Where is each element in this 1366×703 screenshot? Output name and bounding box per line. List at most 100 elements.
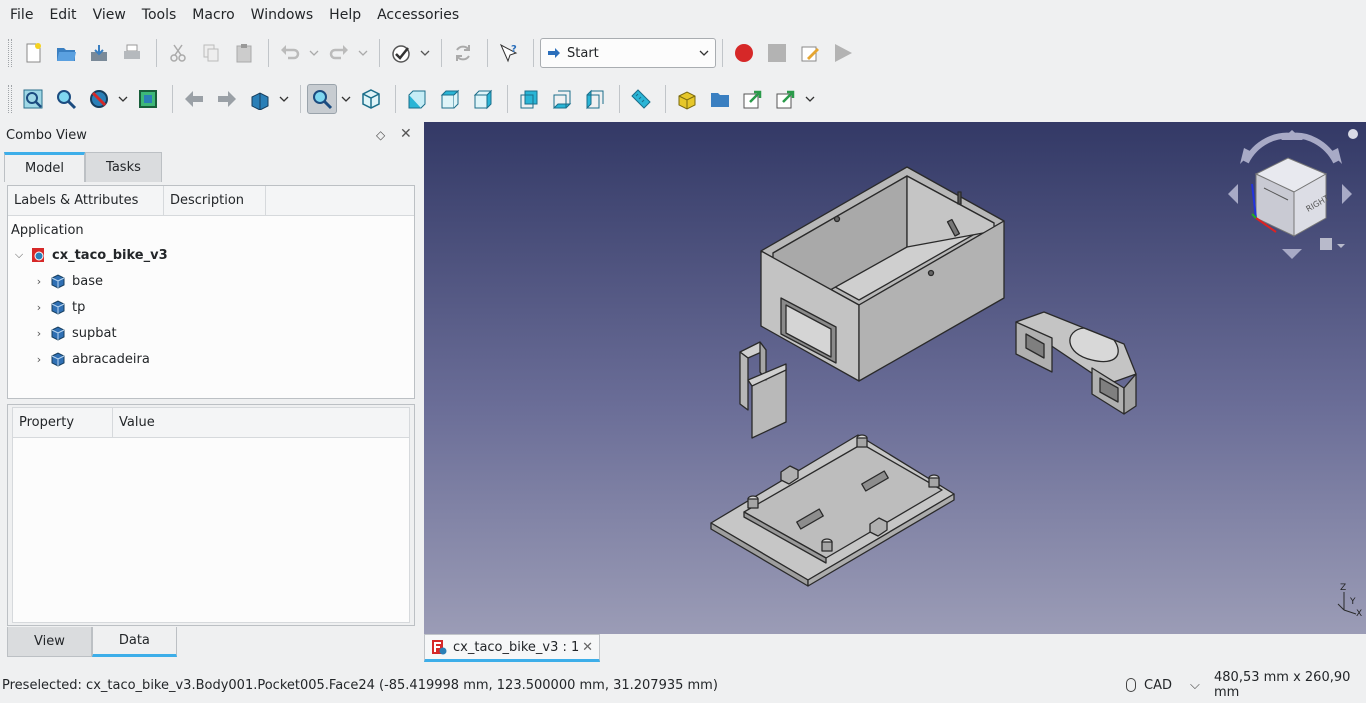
undo-icon xyxy=(281,45,300,60)
view-right-button[interactable] xyxy=(468,84,498,114)
close-panel-icon[interactable]: ✕ xyxy=(400,126,412,142)
fit-selection-button[interactable] xyxy=(51,84,81,114)
print-button[interactable] xyxy=(117,38,147,68)
forward-button[interactable] xyxy=(212,84,242,114)
link-dropdown[interactable] xyxy=(804,84,816,114)
bounding-box-button[interactable] xyxy=(133,84,163,114)
tree-body-tp[interactable]: › tp xyxy=(32,295,85,319)
chevron-down-icon[interactable]: ⌵ xyxy=(12,248,26,262)
document-tab[interactable]: cx_taco_bike_v3 : 1 ✕ xyxy=(424,634,600,662)
model-tree: Labels & Attributes Description Applicat… xyxy=(7,185,415,399)
property-tabs: View Data xyxy=(7,627,177,657)
tab-view[interactable]: View xyxy=(7,627,92,657)
cut-button[interactable] xyxy=(163,38,193,68)
refresh-button[interactable] xyxy=(448,38,478,68)
document-tab-label: cx_taco_bike_v3 : 1 xyxy=(453,639,580,655)
stop-macro-button[interactable] xyxy=(762,38,792,68)
3d-scene[interactable]: RIGHT Z Y X xyxy=(424,122,1366,634)
cube-rear-icon xyxy=(520,90,538,109)
toolbar-grip[interactable] xyxy=(8,39,12,67)
close-tab-icon[interactable]: ✕ xyxy=(582,640,593,655)
view-bottom-button[interactable] xyxy=(547,84,577,114)
menu-file[interactable]: File xyxy=(2,0,41,30)
tree-document[interactable]: ⌵ cx_taco_bike_v3 xyxy=(12,243,168,267)
navigation-cube[interactable]: RIGHT xyxy=(1228,129,1358,259)
record-macro-button[interactable] xyxy=(729,38,759,68)
copy-button[interactable] xyxy=(196,38,226,68)
column-labels[interactable]: Labels & Attributes xyxy=(8,186,164,215)
tab-data[interactable]: Data xyxy=(91,627,177,657)
paste-button[interactable] xyxy=(229,38,259,68)
chevron-down-icon xyxy=(341,96,351,102)
float-panel-icon[interactable]: ◇ xyxy=(376,128,385,142)
column-value[interactable]: Value xyxy=(113,408,233,437)
link-actions-button[interactable] xyxy=(771,84,801,114)
column-description[interactable]: Description xyxy=(164,186,266,215)
back-button[interactable] xyxy=(179,84,209,114)
axis-z-label: Z xyxy=(1340,583,1346,593)
view-front-button[interactable] xyxy=(402,84,432,114)
run-macro-button[interactable] xyxy=(828,38,858,68)
undo-button[interactable] xyxy=(275,38,305,68)
redo-button[interactable] xyxy=(324,38,354,68)
menu-accessories[interactable]: Accessories xyxy=(369,0,467,30)
tree-body-abracadeira[interactable]: › abracadeira xyxy=(32,347,150,371)
workbench-check-button[interactable] xyxy=(386,38,416,68)
menu-view[interactable]: View xyxy=(85,0,134,30)
freecad-document-icon xyxy=(432,640,447,655)
chevron-right-icon[interactable]: › xyxy=(32,301,46,314)
part-box[interactable] xyxy=(760,166,1005,382)
draw-style-dropdown[interactable] xyxy=(117,84,129,114)
menu-windows[interactable]: Windows xyxy=(243,0,322,30)
tab-model[interactable]: Model xyxy=(4,152,86,182)
body-label: base xyxy=(72,273,103,289)
view-isometric-button[interactable] xyxy=(356,84,386,114)
redo-dropdown[interactable] xyxy=(357,38,369,68)
create-part-button[interactable] xyxy=(672,84,702,114)
whats-this-button[interactable]: ? xyxy=(494,38,524,68)
view-left-button[interactable] xyxy=(580,84,610,114)
chevron-down-icon xyxy=(699,50,709,56)
separator xyxy=(300,85,301,113)
create-group-button[interactable] xyxy=(705,84,735,114)
draw-style-button[interactable] xyxy=(84,84,114,114)
chevron-right-icon[interactable]: › xyxy=(32,275,46,288)
part-clamp[interactable] xyxy=(1015,311,1137,415)
open-button[interactable] xyxy=(51,38,81,68)
navigation-style[interactable]: CAD xyxy=(1126,678,1172,693)
new-document-button[interactable] xyxy=(18,38,48,68)
chevron-right-icon[interactable]: › xyxy=(32,327,46,340)
chevron-down-icon[interactable]: ⌵ xyxy=(1190,678,1200,693)
edit-macro-button[interactable] xyxy=(795,38,825,68)
menu-tools[interactable]: Tools xyxy=(134,0,185,30)
workbench-selector[interactable]: Start xyxy=(540,38,716,68)
make-link-button[interactable] xyxy=(738,84,768,114)
chevron-right-icon[interactable]: › xyxy=(32,353,46,366)
toolbar-grip[interactable] xyxy=(8,85,12,113)
tree-body-supbat[interactable]: › supbat xyxy=(32,321,117,345)
part-base-plate[interactable] xyxy=(710,434,955,587)
view-top-button[interactable] xyxy=(435,84,465,114)
3d-viewport[interactable]: RIGHT Z Y X xyxy=(424,122,1366,634)
tab-tasks[interactable]: Tasks xyxy=(85,152,162,182)
undo-dropdown[interactable] xyxy=(308,38,320,68)
view-rear-button[interactable] xyxy=(514,84,544,114)
zoom-mode-button[interactable] xyxy=(307,84,337,114)
chevron-down-icon xyxy=(420,50,430,56)
cube-bottom-icon xyxy=(552,90,572,109)
sync-view-dropdown[interactable] xyxy=(278,84,290,114)
menu-help[interactable]: Help xyxy=(321,0,369,30)
menu-bar: File Edit View Tools Macro Windows Help … xyxy=(0,0,1366,30)
fit-all-button[interactable] xyxy=(18,84,48,114)
check-dropdown[interactable] xyxy=(419,38,431,68)
column-property[interactable]: Property xyxy=(13,408,113,437)
part-bracket[interactable] xyxy=(739,341,787,439)
measure-button[interactable] xyxy=(626,84,656,114)
menu-edit[interactable]: Edit xyxy=(41,0,84,30)
tree-body-base[interactable]: › base xyxy=(32,269,103,293)
property-header: Property Value xyxy=(13,408,409,438)
zoom-dropdown[interactable] xyxy=(340,84,352,114)
menu-macro[interactable]: Macro xyxy=(184,0,242,30)
sync-view-button[interactable] xyxy=(245,84,275,114)
save-button[interactable] xyxy=(84,38,114,68)
